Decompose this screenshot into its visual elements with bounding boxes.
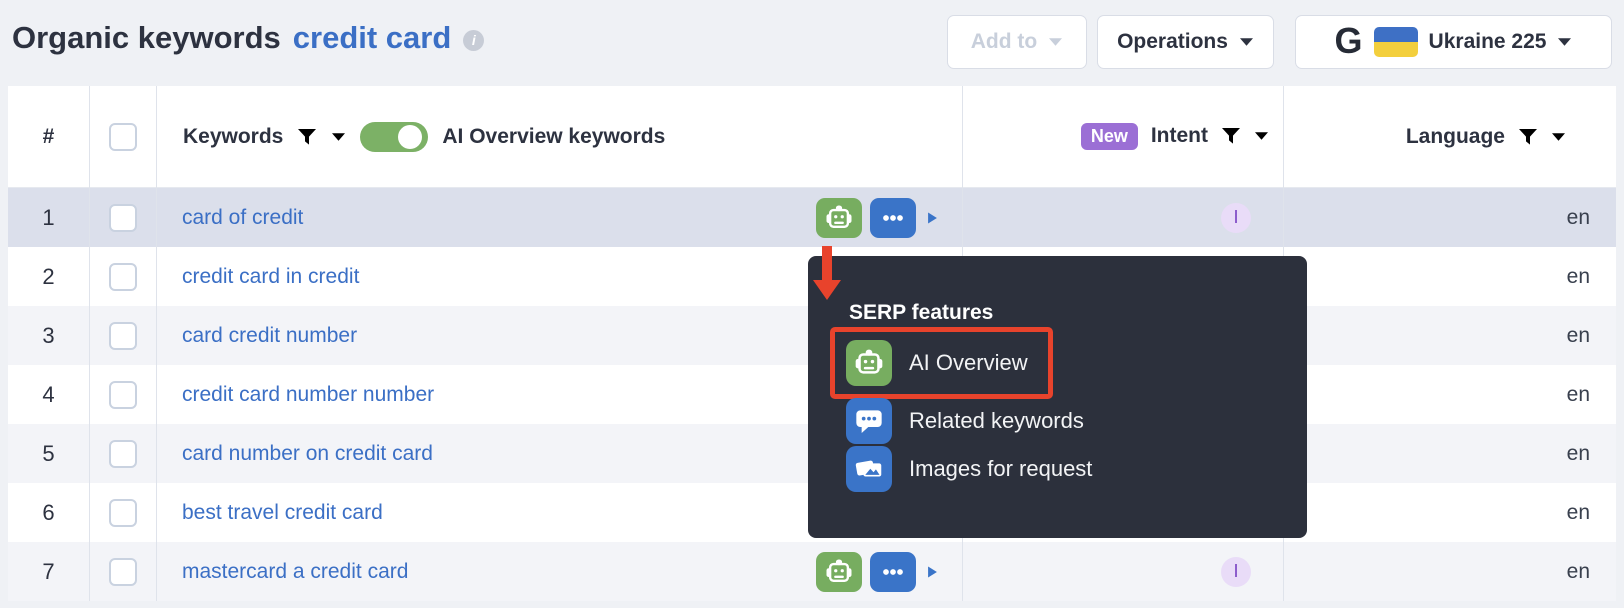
operations-button[interactable]: Operations — [1097, 15, 1274, 69]
expand-row-arrow-icon[interactable] — [927, 565, 938, 579]
column-header-language: Language — [1405, 124, 1505, 148]
row-number: 3 — [42, 322, 55, 348]
language-filter-icon[interactable] — [1518, 128, 1538, 146]
row-checkbox[interactable] — [108, 439, 137, 468]
google-icon: G — [1334, 19, 1363, 61]
keyword-link[interactable]: card of credit — [182, 206, 303, 230]
keyword-link[interactable]: mastercard a credit card — [182, 560, 408, 584]
row-checkbox[interactable] — [108, 557, 137, 586]
keyword-link[interactable]: card credit number — [182, 324, 357, 348]
highlight-red-box: AI Overview — [830, 327, 1053, 399]
column-header-keywords: Keywords — [183, 124, 284, 148]
serp-features-icons — [816, 551, 938, 592]
keyword-link[interactable]: credit card number number — [182, 383, 434, 407]
ai-overview-icon[interactable] — [816, 551, 862, 592]
keyword-link[interactable]: credit card in credit — [182, 265, 359, 289]
ai-overview-robot-icon — [846, 340, 892, 386]
language-value: en — [1566, 382, 1590, 406]
serp-feature-label: AI Overview — [909, 350, 1028, 375]
row-number: 2 — [42, 263, 55, 289]
table-row[interactable]: 1 card of credit I en — [8, 188, 1616, 247]
language-sort-chevron-icon[interactable] — [1551, 132, 1566, 142]
language-value: en — [1566, 441, 1590, 465]
row-checkbox[interactable] — [108, 498, 137, 527]
region-label: Ukraine 225 — [1428, 30, 1547, 53]
serp-feature-related-keywords[interactable]: Related keywords — [846, 397, 1307, 445]
more-serp-features-icon[interactable] — [870, 197, 916, 238]
row-checkbox[interactable] — [108, 321, 137, 350]
region-selector-button[interactable]: G Ukraine 225 — [1295, 15, 1612, 69]
row-number: 1 — [42, 204, 55, 230]
keyword-link[interactable]: best travel credit card — [182, 501, 383, 525]
page-title: Organic keywords credit card — [12, 20, 485, 56]
ai-overview-toggle-label: AI Overview keywords — [442, 124, 666, 148]
table-row[interactable]: 7 mastercard a credit card I en — [8, 542, 1616, 601]
table-header-row: # Keywords AI Overview keywords New Inte… — [8, 86, 1616, 188]
intent-badge[interactable]: I — [1221, 556, 1251, 587]
keywords-filter-icon[interactable] — [297, 128, 317, 146]
expand-row-arrow-icon[interactable] — [927, 211, 938, 225]
language-value: en — [1566, 264, 1590, 288]
column-divider — [89, 86, 90, 601]
serp-feature-ai-overview[interactable]: AI Overview — [846, 339, 1028, 387]
page-title-query-link[interactable]: credit card — [293, 20, 452, 56]
language-value: en — [1566, 500, 1590, 524]
related-keywords-icon — [846, 398, 892, 444]
add-to-button[interactable]: Add to — [947, 15, 1087, 69]
select-all-checkbox[interactable] — [108, 122, 137, 151]
serp-feature-images-for-request[interactable]: Images for request — [846, 445, 1307, 493]
row-number: 4 — [42, 381, 55, 407]
more-serp-features-icon[interactable] — [870, 551, 916, 592]
chevron-down-icon — [1558, 38, 1572, 46]
intent-filter-icon[interactable] — [1221, 127, 1241, 145]
row-number: 7 — [42, 558, 55, 584]
operations-label: Operations — [1117, 30, 1228, 53]
ai-overview-toggle[interactable] — [360, 121, 429, 152]
ai-overview-icon[interactable] — [816, 197, 862, 238]
intent-sort-chevron-icon[interactable] — [1254, 131, 1269, 141]
add-to-label: Add to — [970, 30, 1038, 53]
intent-badge[interactable]: I — [1221, 202, 1251, 233]
ukraine-flag-icon — [1373, 27, 1418, 57]
row-checkbox[interactable] — [108, 380, 137, 409]
serp-feature-label: Related keywords — [909, 408, 1084, 433]
language-value: en — [1566, 559, 1590, 583]
serp-features-tooltip: SERP features AI Overview Related keywor… — [808, 256, 1307, 538]
chevron-down-icon — [1239, 38, 1253, 46]
keywords-sort-chevron-icon[interactable] — [331, 132, 346, 142]
chevron-down-icon — [1049, 38, 1063, 46]
language-value: en — [1566, 205, 1590, 229]
serp-feature-label: Images for request — [909, 456, 1093, 481]
row-checkbox[interactable] — [108, 203, 137, 232]
page-title-text: Organic keywords — [12, 20, 281, 55]
serp-features-icons — [816, 197, 938, 238]
row-number: 5 — [42, 440, 55, 466]
row-checkbox[interactable] — [108, 262, 137, 291]
info-icon[interactable] — [463, 29, 485, 51]
row-number: 6 — [42, 499, 55, 525]
new-badge: New — [1080, 122, 1138, 151]
keyword-link[interactable]: card number on credit card — [182, 442, 433, 466]
images-for-request-icon — [846, 446, 892, 492]
serp-tooltip-title: SERP features — [849, 301, 994, 324]
language-value: en — [1566, 323, 1590, 347]
column-divider — [156, 86, 157, 601]
column-header-index: # — [42, 124, 55, 148]
column-header-intent: Intent — [1150, 124, 1208, 148]
